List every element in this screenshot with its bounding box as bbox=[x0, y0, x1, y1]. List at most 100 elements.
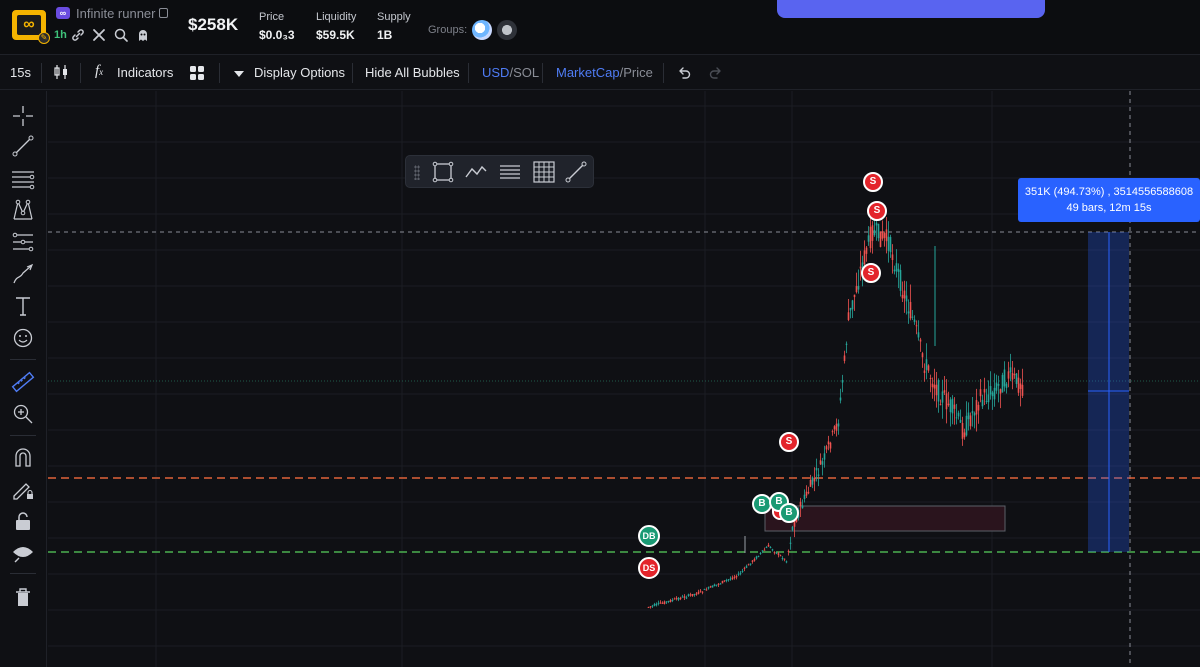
hide-bubbles-button[interactable]: Hide All Bubbles bbox=[365, 65, 460, 80]
candle-body bbox=[679, 597, 682, 600]
ruler-icon[interactable] bbox=[10, 369, 36, 395]
interval-selector[interactable]: 15s bbox=[10, 65, 31, 80]
candle-body bbox=[895, 263, 898, 272]
x-icon[interactable] bbox=[91, 27, 107, 43]
candle-body bbox=[891, 254, 894, 261]
candle-body bbox=[767, 544, 770, 547]
sell-bubble[interactable]: S bbox=[863, 172, 883, 192]
token-header: ∞ ✎ ∞ Infinite runner 1h $258K Price $0.… bbox=[0, 0, 1200, 55]
undo-icon[interactable] bbox=[676, 65, 692, 84]
emoji-icon[interactable] bbox=[10, 325, 36, 351]
supply-label: Supply bbox=[377, 11, 411, 23]
candle-body bbox=[963, 432, 966, 438]
currency-toggle[interactable]: USD/SOL bbox=[482, 65, 539, 80]
candle-body bbox=[825, 446, 828, 450]
caret-down-icon[interactable] bbox=[234, 67, 244, 82]
group-avatar-1[interactable] bbox=[472, 20, 492, 40]
drag-handle-icon[interactable] bbox=[414, 165, 420, 180]
candle-body bbox=[1001, 374, 1004, 393]
candle-body bbox=[671, 599, 674, 601]
ghost-icon[interactable] bbox=[135, 27, 151, 43]
function-icon[interactable]: fx bbox=[95, 63, 103, 80]
candle-body bbox=[719, 583, 722, 585]
lines-icon[interactable] bbox=[498, 161, 522, 183]
text-tool-icon[interactable] bbox=[10, 293, 36, 319]
brush-icon[interactable] bbox=[10, 261, 36, 287]
group-avatar-2[interactable] bbox=[497, 20, 517, 40]
sell-bubble[interactable]: S bbox=[861, 263, 881, 283]
candle-body bbox=[733, 576, 736, 578]
copy-icon[interactable] bbox=[159, 8, 168, 18]
crosshair-icon[interactable] bbox=[10, 103, 36, 129]
lock-drawing-icon[interactable] bbox=[10, 476, 36, 502]
candle-body bbox=[683, 596, 686, 598]
zone-box[interactable] bbox=[764, 505, 1006, 532]
candle-body bbox=[869, 226, 872, 249]
candle-body bbox=[925, 359, 928, 370]
candle-body bbox=[649, 606, 652, 608]
candle-body bbox=[799, 501, 802, 506]
layout-grid-icon[interactable] bbox=[189, 65, 205, 84]
rectangle-icon[interactable] bbox=[431, 161, 455, 183]
currency-usd[interactable]: USD bbox=[482, 65, 509, 80]
token-chip-icon: ∞ bbox=[56, 7, 70, 19]
edit-icon[interactable]: ✎ bbox=[38, 32, 50, 44]
trash-icon[interactable] bbox=[10, 584, 36, 610]
currency-sol[interactable]: SOL bbox=[513, 65, 539, 80]
candle-body bbox=[681, 596, 684, 598]
measure-duration: 49 bars, 12m 15s bbox=[1066, 202, 1152, 214]
link-icon[interactable] bbox=[70, 27, 86, 43]
mode-price[interactable]: Price bbox=[623, 65, 653, 80]
connect-button[interactable] bbox=[777, 0, 1045, 18]
candle-body bbox=[961, 423, 964, 439]
line-tool-icon[interactable] bbox=[564, 161, 588, 183]
candle-body bbox=[703, 588, 706, 590]
candle-body bbox=[737, 573, 740, 575]
magnet-icon[interactable] bbox=[10, 444, 36, 470]
dev-sell-bubble[interactable]: DS bbox=[638, 557, 660, 579]
eye-icon[interactable] bbox=[10, 540, 36, 566]
token-avatar[interactable]: ∞ ✎ bbox=[12, 10, 50, 44]
divider bbox=[468, 63, 469, 83]
candle-body bbox=[973, 413, 976, 416]
display-options-button[interactable]: Display Options bbox=[254, 65, 345, 80]
divider bbox=[80, 63, 81, 83]
candle-body bbox=[725, 580, 728, 582]
candle-body bbox=[775, 552, 778, 554]
mode-toggle[interactable]: MarketCap/Price bbox=[556, 65, 653, 80]
candle-body bbox=[865, 247, 868, 254]
fib-retracement-icon[interactable] bbox=[10, 229, 36, 255]
candle-body bbox=[753, 558, 756, 561]
candle-body bbox=[949, 399, 952, 413]
price-chart[interactable]: 351K (494.73%) , 3514556588608 49 bars, … bbox=[48, 91, 1200, 667]
liquidity-label: Liquidity bbox=[316, 11, 357, 23]
grid-table-icon[interactable] bbox=[532, 161, 556, 183]
lock-icon[interactable] bbox=[10, 508, 36, 534]
candle-type-icon[interactable] bbox=[52, 63, 70, 84]
candle-body bbox=[897, 268, 900, 272]
path-icon[interactable] bbox=[464, 161, 488, 183]
sell-bubble[interactable]: S bbox=[867, 201, 887, 221]
candle-body bbox=[691, 593, 694, 597]
candle-body bbox=[933, 384, 936, 389]
redo-icon bbox=[708, 65, 724, 84]
sell-bubble[interactable]: S bbox=[779, 432, 799, 452]
candle-body bbox=[883, 233, 886, 238]
candle-body bbox=[875, 222, 878, 226]
candle-body bbox=[905, 295, 908, 302]
divider bbox=[352, 63, 353, 83]
trend-line-icon[interactable] bbox=[10, 133, 36, 159]
dev-buy-bubble[interactable]: DB bbox=[638, 525, 660, 547]
candle-body bbox=[995, 382, 998, 391]
candle-body bbox=[879, 231, 882, 247]
indicators-button[interactable]: Indicators bbox=[117, 65, 173, 80]
candle-body bbox=[1017, 377, 1020, 393]
horizontal-lines-icon[interactable] bbox=[10, 166, 36, 192]
search-icon[interactable] bbox=[113, 27, 129, 43]
zoom-in-icon[interactable] bbox=[10, 401, 36, 427]
mode-marketcap[interactable]: MarketCap bbox=[556, 65, 620, 80]
token-age: 1h bbox=[54, 29, 67, 41]
pattern-tool-icon[interactable] bbox=[10, 197, 36, 223]
buy-bubble[interactable]: B bbox=[779, 503, 799, 523]
candle-body bbox=[731, 577, 734, 580]
